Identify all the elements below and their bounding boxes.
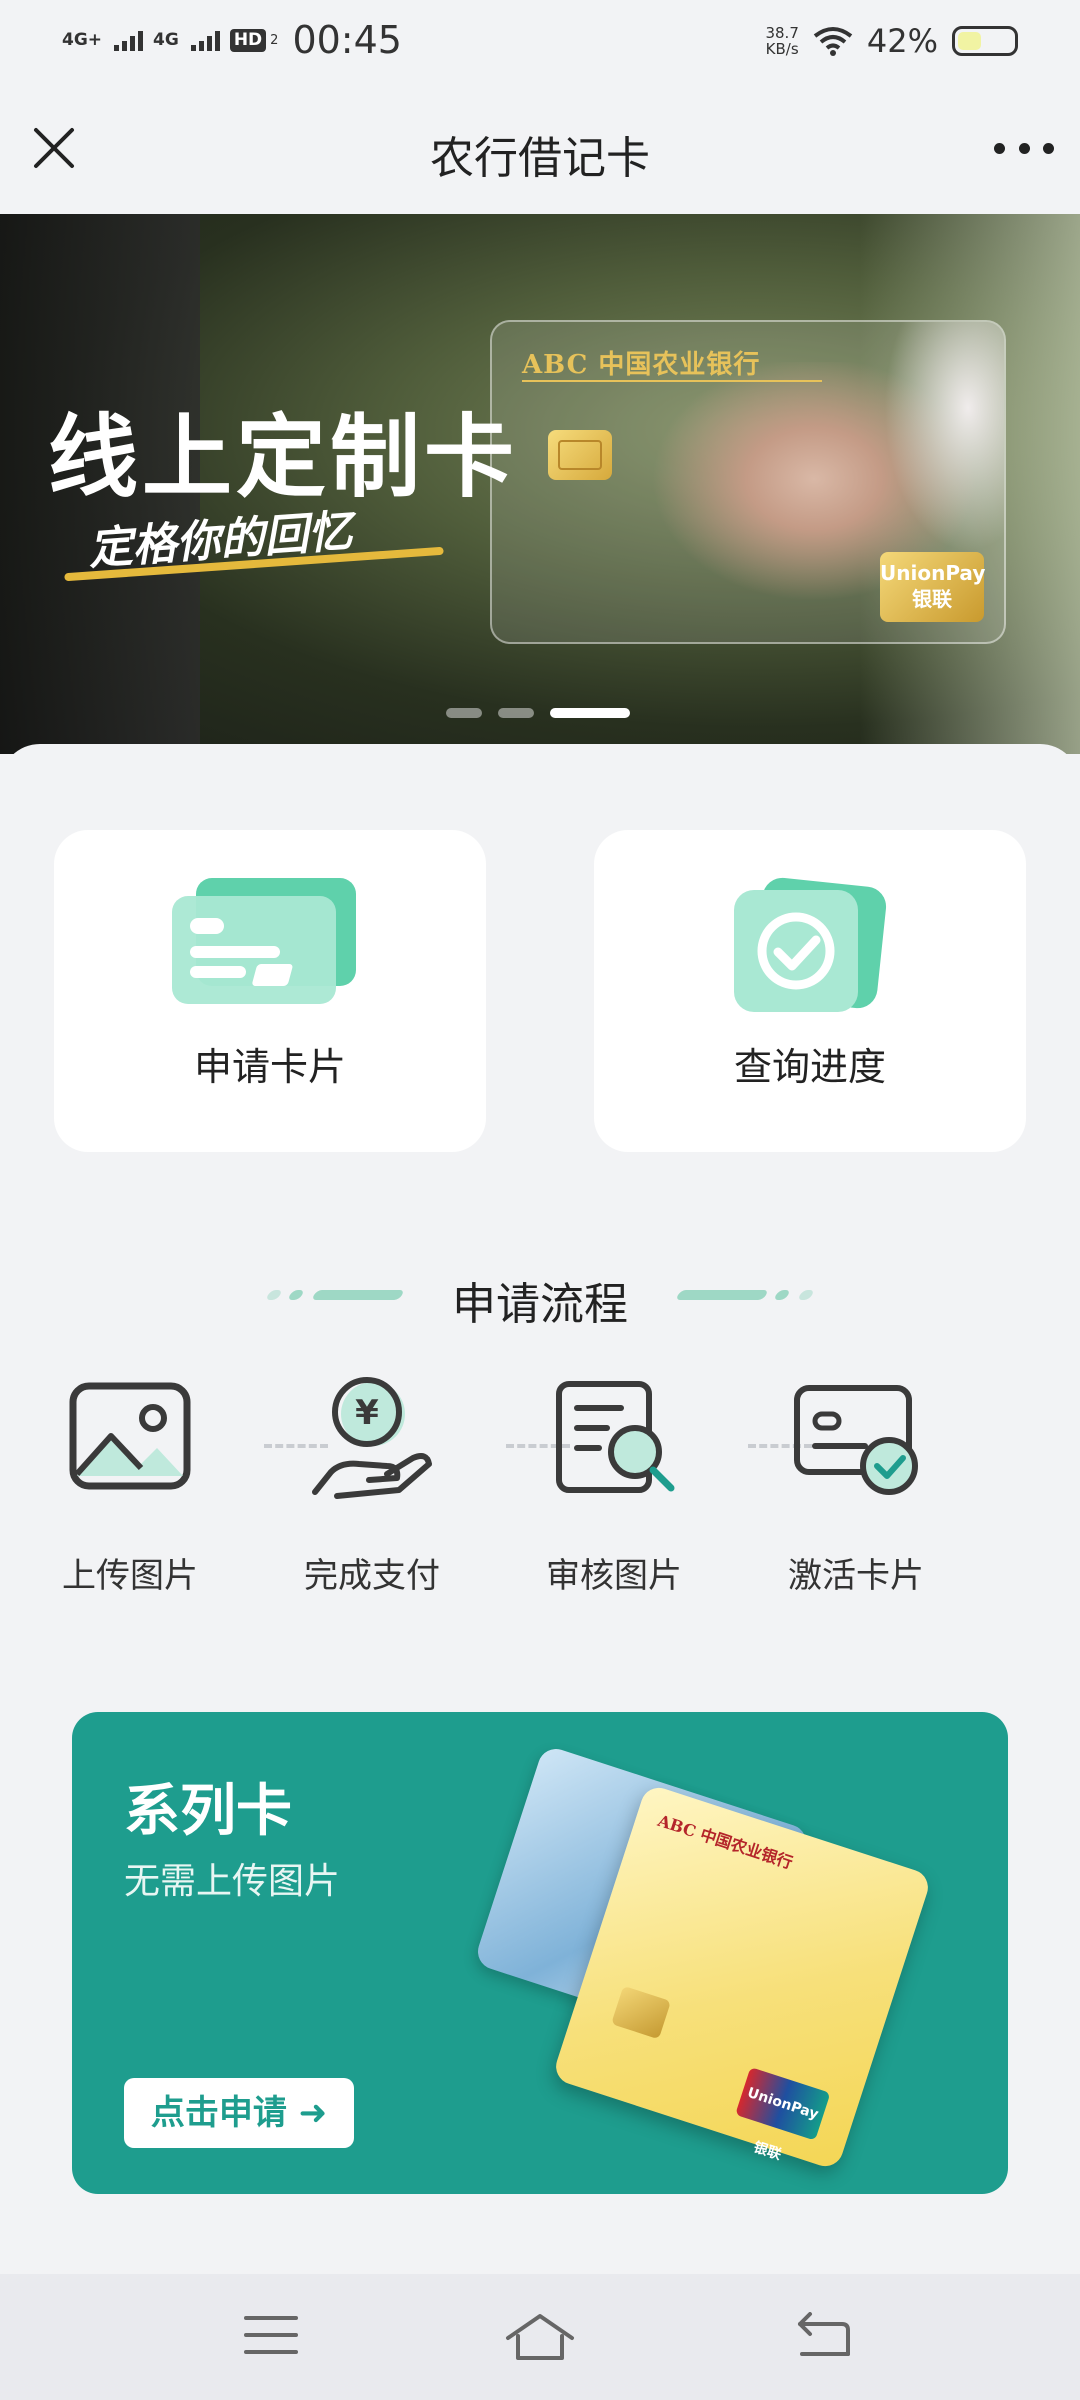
step-upload-image: 上传图片 xyxy=(30,1374,230,1597)
hd-sub: 2 xyxy=(270,32,279,48)
check-circle-card-icon xyxy=(734,877,887,1012)
network-type-2: 4G xyxy=(153,29,179,50)
speed-unit: KB/s xyxy=(765,40,799,58)
promo-banner[interactable]: 线上定制卡 定格你的回忆 ABC 中国农业银行 UnionPay 银联 xyxy=(0,214,1080,754)
page-title: 农行借记卡 xyxy=(430,133,650,184)
card-bank-underline xyxy=(522,380,822,382)
yuan-coin-hand-icon: ¥ xyxy=(312,1377,432,1499)
battery-icon xyxy=(952,26,1018,56)
lace-sleeve-photo xyxy=(884,322,1004,552)
series-card-title: 系列卡 xyxy=(124,1779,292,1844)
step-activate-card: 激活卡片 xyxy=(756,1374,956,1597)
battery-percent: 42% xyxy=(866,22,938,60)
image-upload-icon xyxy=(69,1382,191,1490)
banner-title: 线上定制卡 xyxy=(48,405,518,510)
series-card-bank-name: ABC 中国农业银行 xyxy=(655,1810,796,1873)
apply-now-button[interactable]: 点击申请 ➜ xyxy=(124,2078,354,2148)
signal-icon-2 xyxy=(190,29,220,51)
step-label: 激活卡片 xyxy=(788,1556,924,1596)
custom-card-preview: ABC 中国农业银行 UnionPay 银联 xyxy=(490,320,1006,644)
more-options-icon[interactable] xyxy=(994,130,1054,166)
card-check-icon xyxy=(794,1385,918,1495)
process-title: 申请流程 xyxy=(452,1279,628,1330)
signal-icon xyxy=(114,29,144,51)
series-card-banner[interactable]: 系列卡 无需上传图片 ABC 中国农业银行 UnionPay 银联 点击申请 ➜ xyxy=(72,1712,1008,2194)
status-bar: 4G+ 4G HD 2 00:45 38.7 KB/s 42% xyxy=(0,0,1080,84)
top-navbar: 农行借记卡 xyxy=(0,84,1080,214)
home-icon[interactable] xyxy=(504,2312,576,2362)
step-payment: ¥ 完成支付 xyxy=(272,1374,472,1597)
carousel-dot-active[interactable] xyxy=(550,708,630,718)
step-review-image: 审核图片 xyxy=(514,1374,714,1597)
network-speed: 38.7 KB/s xyxy=(765,25,798,57)
carousel-dot[interactable] xyxy=(446,708,482,718)
title-decoration-right xyxy=(675,1290,818,1300)
menu-icon[interactable] xyxy=(244,2312,298,2358)
check-progress-button[interactable]: 查询进度 xyxy=(594,830,1026,1152)
clock: 00:45 xyxy=(292,18,402,62)
carousel-indicator xyxy=(446,708,630,718)
wifi-icon xyxy=(813,27,853,56)
svg-text:¥: ¥ xyxy=(355,1393,379,1433)
speed-value: 38.7 xyxy=(765,24,799,42)
step-label: 上传图片 xyxy=(62,1556,198,1596)
system-navigation-bar xyxy=(0,2274,1080,2400)
document-search-icon xyxy=(556,1381,675,1493)
carousel-dot[interactable] xyxy=(498,708,534,718)
card-bank-name: ABC 中国农业银行 xyxy=(522,350,761,380)
step-label: 审核图片 xyxy=(546,1556,682,1596)
series-card-subtitle: 无需上传图片 xyxy=(124,1861,341,1902)
content-sheet: 申请卡片 查询进度 申请流程 上传图片 ¥ 完成支付 审核图片 激活卡片 系列卡… xyxy=(0,744,1080,2274)
card-stack-icon xyxy=(172,878,356,1004)
apply-card-button[interactable]: 申请卡片 xyxy=(54,830,486,1152)
unionpay-logo: UnionPay 银联 xyxy=(880,552,985,622)
status-right: 38.7 KB/s 42% xyxy=(765,22,1018,60)
process-steps: 上传图片 ¥ 完成支付 审核图片 激活卡片 xyxy=(54,1374,1026,1596)
check-progress-label: 查询进度 xyxy=(733,1045,886,1089)
series-card-chip-icon xyxy=(611,1985,672,2040)
process-header: 申请流程 xyxy=(0,1268,1080,1330)
back-icon[interactable] xyxy=(796,2312,852,2358)
card-chip-icon xyxy=(548,430,612,480)
apply-card-label: 申请卡片 xyxy=(193,1045,346,1089)
network-type-1: 4G+ xyxy=(62,29,103,50)
step-label: 完成支付 xyxy=(304,1556,440,1596)
series-card-unionpay-logo: UnionPay 银联 xyxy=(735,2067,831,2163)
status-left: 4G+ 4G HD 2 00:45 xyxy=(62,18,402,62)
battery-fill xyxy=(958,32,981,50)
hd-badge: HD xyxy=(229,28,267,52)
